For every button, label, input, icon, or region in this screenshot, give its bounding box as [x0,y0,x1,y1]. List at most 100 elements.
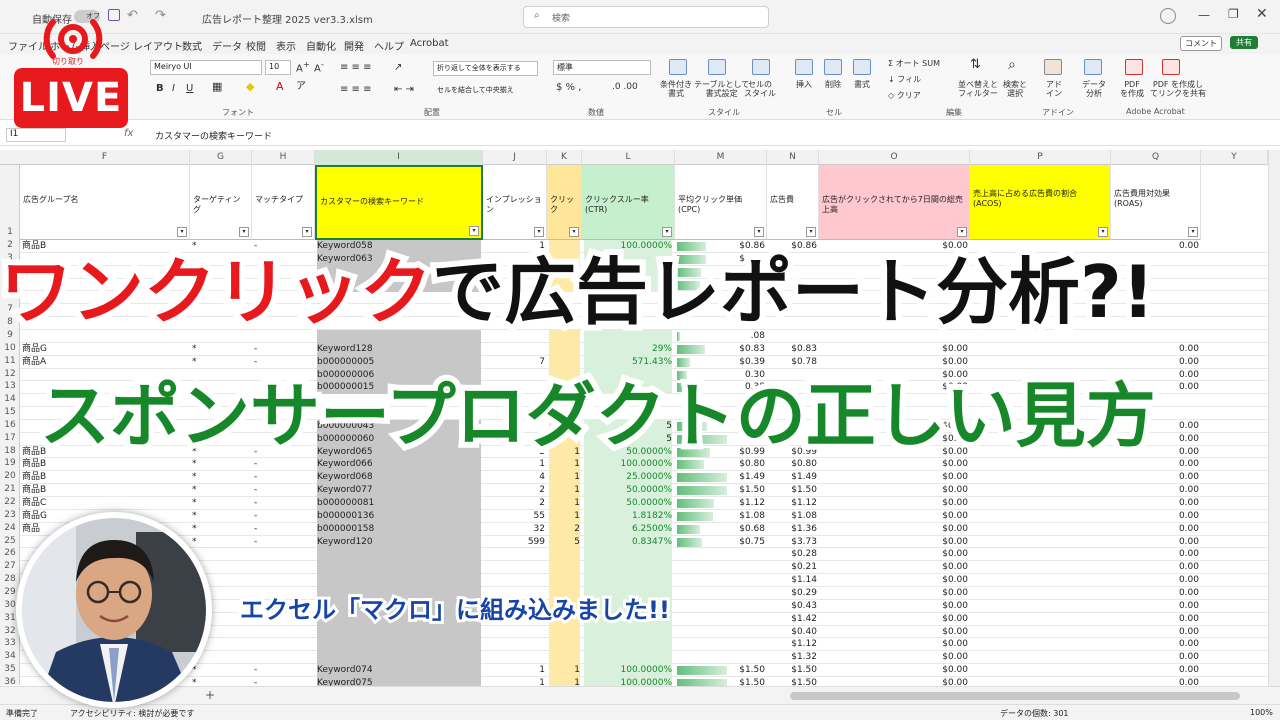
cell-n[interactable]: $1.12 [769,497,817,510]
cell-j[interactable]: 55 [485,510,545,523]
cell-q[interactable]: 0.00 [1113,561,1199,574]
cell-l[interactable]: 25.0000% [584,471,672,485]
cell-g[interactable]: * [192,497,250,510]
cell-o[interactable]: $0.00 [821,664,968,677]
cell-q[interactable]: 0.00 [1113,613,1199,626]
cell-f[interactable]: 商品A [22,356,188,369]
cell-g[interactable]: * [192,343,250,356]
cell-h[interactable] [254,638,312,651]
cell-i[interactable] [317,625,481,639]
cell-n[interactable]: $1.42 [769,613,817,626]
cell-j[interactable] [485,638,545,651]
cell-j[interactable]: 32 [485,523,545,536]
cell-i[interactable]: Keyword066 [317,458,481,472]
cell-l[interactable]: 6.2500% [584,522,672,536]
cell-n[interactable]: $0.40 [769,626,817,639]
cell-l[interactable]: 100.0000% [584,664,672,678]
cell-l[interactable]: 29% [584,342,672,356]
cell-q[interactable]: 0.00 [1113,587,1199,600]
cell-k[interactable]: 2 [549,522,580,536]
cell-l[interactable]: 100.0000% [584,458,672,472]
cell-q[interactable]: 0.00 [1113,638,1199,651]
cell-k[interactable]: 1 [549,484,580,498]
cell-k[interactable] [549,651,580,665]
cell-n[interactable]: $0.78 [769,356,817,369]
cell-o[interactable]: $0.00 [821,574,968,587]
cell-l[interactable]: 1.8182% [584,509,672,523]
cell-h[interactable]: - [254,471,312,484]
cell-k[interactable] [549,355,580,369]
cell-i[interactable]: b000000005 [317,355,481,369]
cell-m[interactable]: $1.12 [677,497,765,510]
cell-q[interactable]: 0.00 [1113,664,1199,677]
cell-l[interactable] [584,651,672,665]
cell-o[interactable]: $0.00 [821,626,968,639]
cell-l[interactable]: 571.43% [584,355,672,369]
cell-k[interactable]: 1 [549,471,580,485]
cell-h[interactable]: - [254,458,312,471]
zoom-level[interactable]: 100% [1250,708,1273,717]
cell-q[interactable]: 0.00 [1113,471,1199,484]
cell-j[interactable]: 2 [485,497,545,510]
cell-m[interactable] [677,548,765,561]
cell-k[interactable]: 1 [549,458,580,472]
cell-j[interactable]: 599 [485,536,545,549]
cell-l[interactable] [584,548,672,562]
cell-k[interactable]: 5 [549,535,580,549]
cell-j[interactable] [485,626,545,639]
cell-o[interactable]: $0.00 [821,523,968,536]
cell-m[interactable] [677,561,765,574]
cell-q[interactable]: 0.00 [1113,523,1199,536]
cell-i[interactable] [317,638,481,652]
cell-o[interactable]: $0.00 [821,587,968,600]
cell-m[interactable] [677,574,765,587]
cell-i[interactable] [317,548,481,562]
cell-i[interactable] [317,651,481,665]
cell-j[interactable]: 4 [485,471,545,484]
cell-k[interactable] [549,625,580,639]
cell-q[interactable]: 0.00 [1113,548,1199,561]
cell-f[interactable]: 商品B [22,458,188,471]
cell-h[interactable]: - [254,484,312,497]
cell-n[interactable]: $0.21 [769,561,817,574]
cell-j[interactable] [485,574,545,587]
cell-g[interactable]: * [192,458,250,471]
cell-h[interactable] [254,561,312,574]
cell-h[interactable]: - [254,356,312,369]
horizontal-scrollbar[interactable] [790,692,1240,700]
cell-k[interactable]: 1 [549,497,580,510]
cell-h[interactable]: - [254,664,312,677]
cell-i[interactable]: b000000081 [317,497,481,510]
cell-n[interactable]: $1.32 [769,651,817,664]
cell-i[interactable]: b000000158 [317,522,481,536]
cell-o[interactable]: $0.00 [821,536,968,549]
cell-n[interactable]: $1.50 [769,664,817,677]
cell-m[interactable]: $1.08 [677,510,765,523]
cell-o[interactable]: $0.00 [821,561,968,574]
cell-l[interactable] [584,561,672,575]
cell-o[interactable]: $0.00 [821,600,968,613]
cell-h[interactable] [254,548,312,561]
cell-q[interactable]: 0.00 [1113,484,1199,497]
cell-h[interactable] [254,574,312,587]
cell-o[interactable]: $0.00 [821,343,968,356]
cell-j[interactable]: 1 [485,664,545,677]
cell-m[interactable]: $1.49 [677,471,765,484]
cell-f[interactable]: 商品B [22,471,188,484]
cell-o[interactable]: $0.00 [821,497,968,510]
cell-q[interactable]: 0.00 [1113,343,1199,356]
cell-k[interactable] [549,561,580,575]
cell-k[interactable] [549,548,580,562]
cell-j[interactable] [485,548,545,561]
cell-m[interactable] [677,626,765,639]
cell-n[interactable]: $0.43 [769,600,817,613]
cell-h[interactable] [254,626,312,639]
cell-h[interactable]: - [254,523,312,536]
cell-k[interactable]: 1 [549,509,580,523]
cell-g[interactable]: * [192,356,250,369]
cell-m[interactable] [677,587,765,600]
cell-m[interactable]: $0.75 [677,536,765,549]
cell-o[interactable]: $0.00 [821,510,968,523]
cell-m[interactable]: $0.68 [677,523,765,536]
cell-q[interactable]: 0.00 [1113,600,1199,613]
